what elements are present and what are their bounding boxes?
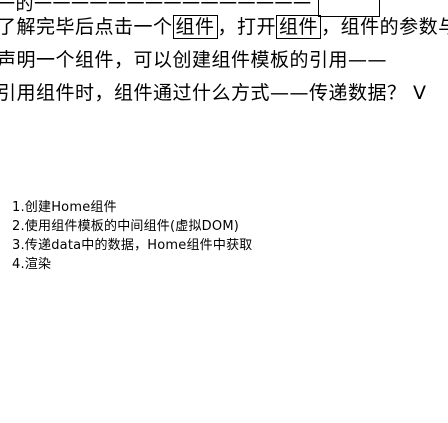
step-item-3: 3.传递data中的数据，Home组件中获取 — [12, 238, 253, 253]
step-item-2: 2.使用组件模板的中间组件(虚拟DOM) — [12, 219, 240, 234]
boxed-word: 组件 — [172, 15, 218, 39]
document-page: 一的一一一一一一一一一一一一一一一 了解完毕后点击一个 组件 ，打开 组件 ，组件的参数… — [0, 0, 448, 423]
paragraph-line-3: 引用组件时，组件通过什么方式——传递数据？ V — [0, 82, 427, 104]
step-item-4: 4.渲染 — [12, 257, 52, 272]
steps-list: 1.创建Home组件 2.使用组件模板的中间组件(虚拟DOM) 3.传递data… — [12, 198, 252, 274]
step-item-1: 1.创建Home组件 — [12, 200, 117, 215]
paragraph-line-2: 声明一个组件，可以创建组件模板的引用—— — [0, 49, 388, 71]
boxed-word: 组件 — [276, 15, 322, 39]
paragraph-line-1: 了解完毕后点击一个组件，打开组件，组件的参数与一 — [0, 15, 448, 39]
